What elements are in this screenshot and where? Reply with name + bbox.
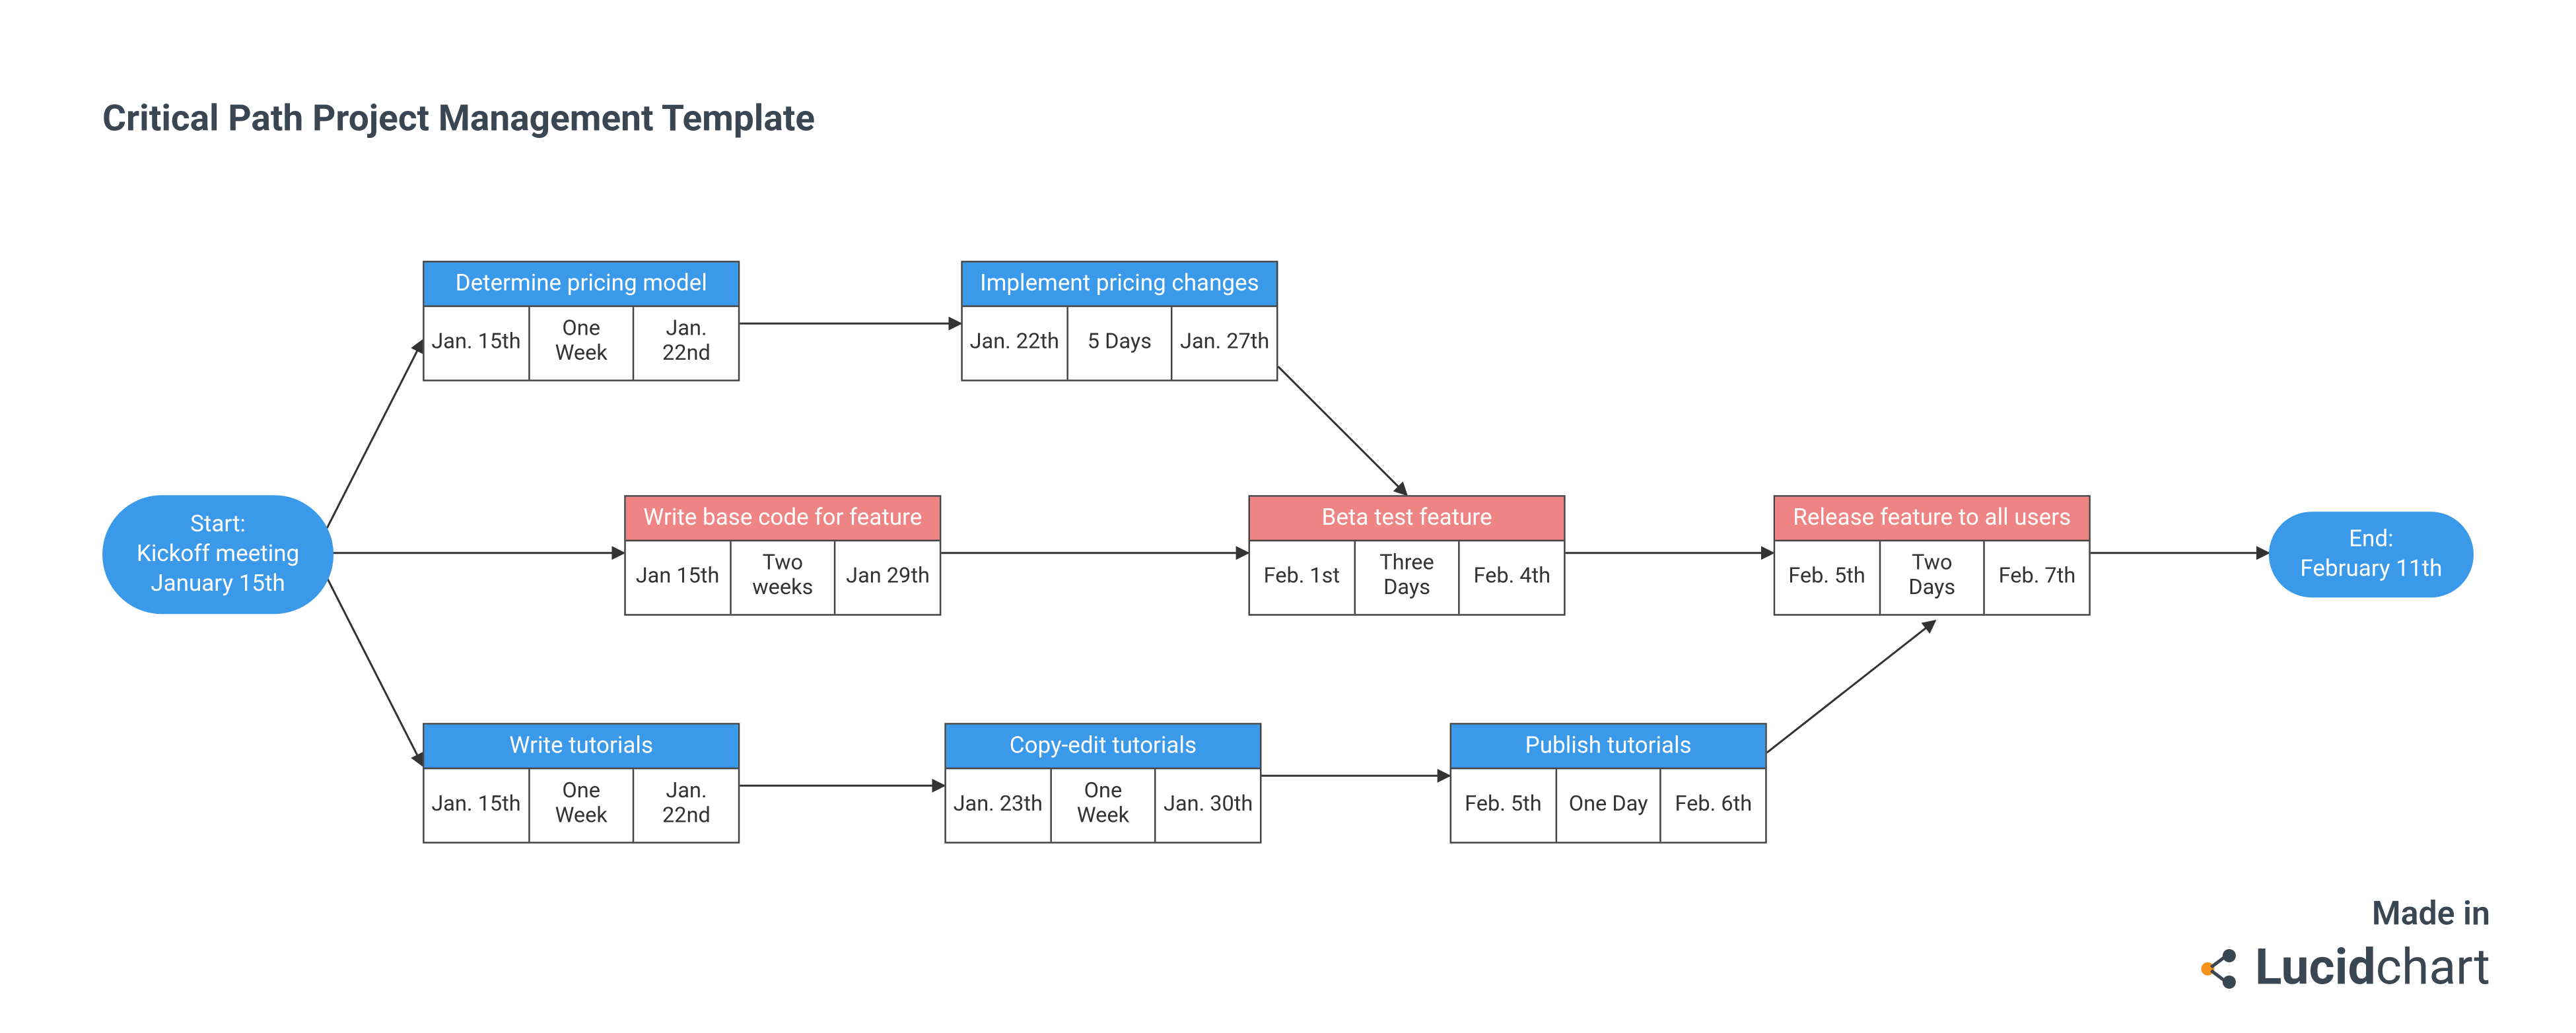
- task-publish-tutorials[interactable]: Publish tutorials Feb. 5th One Day Feb. …: [1450, 723, 1767, 844]
- task-start-cell: Jan. 23th: [946, 769, 1051, 842]
- task-title: Write tutorials: [425, 725, 738, 770]
- task-cells: Jan 15th Two weeks Jan 29th: [626, 541, 940, 614]
- task-copyedit-tutorials[interactable]: Copy-edit tutorials Jan. 23th One Week J…: [944, 723, 1261, 844]
- end-node[interactable]: End: February 11th: [2269, 512, 2474, 597]
- task-cells: Feb. 1st Three Days Feb. 4th: [1250, 541, 1564, 614]
- task-cells: Feb. 5th Two Days Feb. 7th: [1775, 541, 2089, 614]
- task-start-cell: Feb. 5th: [1451, 769, 1556, 842]
- start-label: Start: Kickoff meeting January 15th: [137, 510, 299, 599]
- task-title: Release feature to all users: [1775, 497, 2089, 542]
- task-cells: Feb. 5th One Day Feb. 6th: [1451, 769, 1765, 842]
- task-determine-pricing[interactable]: Determine pricing model Jan. 15th One We…: [423, 261, 740, 382]
- task-cells: Jan. 23th One Week Jan. 30th: [946, 769, 1260, 842]
- task-title: Write base code for feature: [626, 497, 940, 542]
- task-implement-pricing[interactable]: Implement pricing changes Jan. 22th 5 Da…: [961, 261, 1278, 382]
- brand-name: Lucidchart: [2255, 939, 2490, 997]
- task-cells: Jan. 22th 5 Days Jan. 27th: [963, 307, 1276, 380]
- task-cells: Jan. 15th One Week Jan. 22nd: [425, 769, 738, 842]
- task-write-base-code[interactable]: Write base code for feature Jan 15th Two…: [624, 495, 941, 616]
- task-duration-cell: 5 Days: [1068, 307, 1173, 380]
- task-write-tutorials[interactable]: Write tutorials Jan. 15th One Week Jan. …: [423, 723, 740, 844]
- edge-start-to-write-tutorials: [327, 578, 423, 766]
- task-beta-test[interactable]: Beta test feature Feb. 1st Three Days Fe…: [1248, 495, 1565, 616]
- task-start-cell: Jan. 22th: [963, 307, 1068, 380]
- task-end-cell: Feb. 4th: [1460, 541, 1564, 614]
- task-start-cell: Jan 15th: [626, 541, 731, 614]
- edge-start-to-determine-pricing: [327, 340, 423, 528]
- lucidchart-logo-icon: [2196, 945, 2242, 991]
- task-end-cell: Jan. 30th: [1156, 769, 1260, 842]
- edge-implement-to-beta: [1278, 366, 1407, 495]
- task-duration-cell: Three Days: [1355, 541, 1460, 614]
- task-end-cell: Jan 29th: [836, 541, 940, 614]
- task-duration-cell: One Week: [530, 769, 635, 842]
- task-end-cell: Jan. 22nd: [635, 307, 738, 380]
- task-end-cell: Feb. 7th: [1986, 541, 2089, 614]
- task-start-cell: Jan. 15th: [425, 307, 530, 380]
- task-duration-cell: Two Days: [1880, 541, 1985, 614]
- task-end-cell: Feb. 6th: [1662, 769, 1766, 842]
- branding: Made in Lucidchart: [2196, 893, 2490, 997]
- task-end-cell: Jan. 22nd: [635, 769, 738, 842]
- task-title: Determine pricing model: [425, 263, 738, 308]
- task-duration-cell: Two weeks: [731, 541, 836, 614]
- task-duration-cell: One Week: [1051, 769, 1156, 842]
- page-title: Critical Path Project Management Templat…: [102, 99, 815, 141]
- task-cells: Jan. 15th One Week Jan. 22nd: [425, 307, 738, 380]
- task-title: Copy-edit tutorials: [946, 725, 1260, 770]
- task-title: Implement pricing changes: [963, 263, 1276, 308]
- task-release[interactable]: Release feature to all users Feb. 5th Tw…: [1774, 495, 2091, 616]
- made-in-label: Made in: [2196, 893, 2490, 933]
- task-start-cell: Feb. 5th: [1775, 541, 1880, 614]
- diagram-canvas: Critical Path Project Management Templat…: [0, 0, 2576, 1033]
- task-title: Beta test feature: [1250, 497, 1564, 542]
- task-start-cell: Feb. 1st: [1250, 541, 1355, 614]
- start-node[interactable]: Start: Kickoff meeting January 15th: [102, 495, 333, 614]
- task-end-cell: Jan. 27th: [1173, 307, 1276, 380]
- edge-publish-to-release: [1767, 620, 1935, 752]
- task-duration-cell: One Week: [530, 307, 635, 380]
- end-label: End: February 11th: [2300, 525, 2442, 585]
- task-start-cell: Jan. 15th: [425, 769, 530, 842]
- task-title: Publish tutorials: [1451, 725, 1765, 770]
- task-duration-cell: One Day: [1556, 769, 1661, 842]
